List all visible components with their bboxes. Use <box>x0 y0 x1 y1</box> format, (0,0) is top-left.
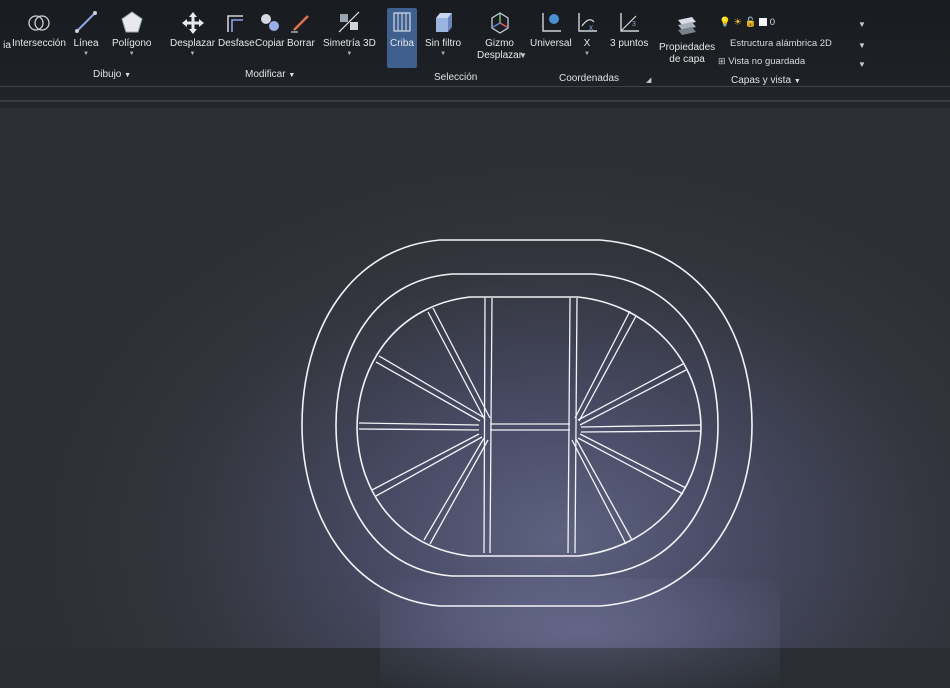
intersection-icon <box>28 15 50 31</box>
ribbon-bottom-edge <box>0 100 950 102</box>
capas-y-vista-label: Capas y vista <box>731 75 792 86</box>
linea-button[interactable]: Línea ▼ <box>73 10 99 57</box>
borrar-button[interactable]: Borrar <box>287 10 315 50</box>
layer-value: 0 <box>769 17 776 28</box>
eraser-icon <box>290 15 309 33</box>
copiar-label: Copiar <box>255 38 285 49</box>
criba-button[interactable]: Criba <box>387 8 417 68</box>
layer-dropdown[interactable]: 💡 ☀ 🔓 0 <box>719 17 775 28</box>
interseccion-partial-label: ia <box>3 40 11 51</box>
gizmo-caret-icon[interactable]: ▼ <box>519 51 527 60</box>
view-label: Vista no guardada <box>728 56 806 67</box>
simetria-3d-button[interactable]: Simetría 3D ▼ <box>323 10 376 57</box>
poligono-label: Polígono <box>112 38 152 49</box>
desfase-label: Desfase <box>218 38 255 49</box>
gizmo-desplazar-button[interactable]: Gizmo Desplazar <box>477 10 522 62</box>
ucs-x-icon: x <box>578 13 597 32</box>
world-ucs-icon <box>542 13 561 32</box>
view-icon: ⊞ <box>718 56 726 66</box>
mirror-3d-icon <box>338 11 360 33</box>
ucs-x-button[interactable]: x X ▼ <box>574 10 600 57</box>
poligono-button[interactable]: Polígono ▼ <box>112 10 151 57</box>
drawing-viewport[interactable] <box>0 108 950 688</box>
universal-label: Universal <box>530 38 572 49</box>
svg-text:x: x <box>589 23 593 32</box>
coordenadas-panel-title[interactable]: Coordenadas <box>559 73 619 84</box>
capas-y-vista-panel-title[interactable]: Capas y vista ▼ <box>731 75 801 86</box>
poligono-caret-icon[interactable]: ▼ <box>129 51 135 57</box>
line-icon <box>75 11 97 33</box>
dibujo-panel-title[interactable]: Dibujo ▼ <box>93 69 131 80</box>
propiedades-label-2: de capa <box>669 54 705 65</box>
interseccion-label: Intersección <box>12 38 66 49</box>
sun-icon: ☀ <box>733 17 743 28</box>
ribbon-separator <box>0 86 950 87</box>
lightbulb-icon: 💡 <box>719 17 731 28</box>
simetria-label: Simetría 3D <box>323 38 376 49</box>
polygon-icon <box>121 11 143 33</box>
sin-filtro-button[interactable]: Sin filtro ▼ <box>425 10 461 57</box>
layer-dropdown-arrow-icon[interactable]: ▼ <box>858 20 866 29</box>
propiedades-de-capa-button[interactable]: Propiedades de capa <box>659 14 715 66</box>
gizmo-label-2: Desplazar <box>477 50 523 61</box>
gizmo-label-1: Gizmo <box>485 38 514 49</box>
copiar-button[interactable]: Copiar <box>255 10 284 50</box>
seleccion-panel-title[interactable]: Selección <box>434 72 477 83</box>
outer-ring-inner[interactable] <box>335 273 719 577</box>
cad-drawing[interactable] <box>0 108 950 648</box>
spokes-right[interactable] <box>571 310 702 545</box>
desplazar-caret-icon[interactable]: ▼ <box>190 51 196 57</box>
linea-label: Línea <box>73 38 99 49</box>
modificar-panel-label: Modificar <box>245 69 286 80</box>
spokes-left[interactable] <box>358 307 491 545</box>
x-caret-icon[interactable]: ▼ <box>584 51 590 57</box>
linea-caret-icon[interactable]: ▼ <box>83 51 89 57</box>
visual-style-arrow-icon[interactable]: ▼ <box>858 41 866 50</box>
view-dropdown-arrow-icon[interactable]: ▼ <box>858 60 866 69</box>
dibujo-panel-label: Dibujo <box>93 69 122 80</box>
modificar-panel-title[interactable]: Modificar ▼ <box>245 69 295 80</box>
universal-button[interactable]: Universal <box>530 10 572 50</box>
desplazar-label: Desplazar <box>170 38 216 49</box>
x-label: X <box>583 38 591 49</box>
layer-properties-icon <box>678 17 697 35</box>
ribbon-toolbar: ia Intersección Línea ▼ Polígono ▼ Dibuj… <box>0 0 950 108</box>
desfase-button[interactable]: Desfase <box>218 10 255 50</box>
layer-color-swatch-icon <box>759 18 768 27</box>
propiedades-label-1: Propiedades <box>659 42 716 53</box>
simetria-caret-icon[interactable]: ▼ <box>346 51 352 57</box>
cube-filter-icon <box>436 13 453 32</box>
borrar-label: Borrar <box>287 38 315 49</box>
svg-text:3: 3 <box>632 21 636 28</box>
move-arrows-icon <box>181 12 204 34</box>
padlock-icon: 🔓 <box>744 17 757 28</box>
copy-circles-icon <box>260 14 279 31</box>
visual-style-dropdown[interactable]: Estructura alámbrica 2D <box>730 38 832 49</box>
coordenadas-expand-icon[interactable]: ◢ <box>646 76 651 84</box>
view-dropdown[interactable]: ⊞ Vista no guardada <box>718 56 805 67</box>
offset-icon <box>227 15 244 32</box>
tres-puntos-label: 3 puntos <box>610 38 649 49</box>
criba-label: Criba <box>390 38 414 49</box>
gizmo-icon <box>490 12 509 34</box>
sin-filtro-label: Sin filtro <box>425 38 462 49</box>
interseccion-button[interactable]: Intersección <box>12 12 66 50</box>
ucs-3-points-icon: 3 <box>620 13 640 32</box>
sin-filtro-caret-icon[interactable]: ▼ <box>440 51 446 57</box>
tres-puntos-button[interactable]: 3 3 puntos <box>610 10 648 50</box>
culling-icon <box>393 12 411 32</box>
center-panels[interactable] <box>483 297 578 554</box>
desplazar-button[interactable]: Desplazar ▼ <box>170 10 215 57</box>
